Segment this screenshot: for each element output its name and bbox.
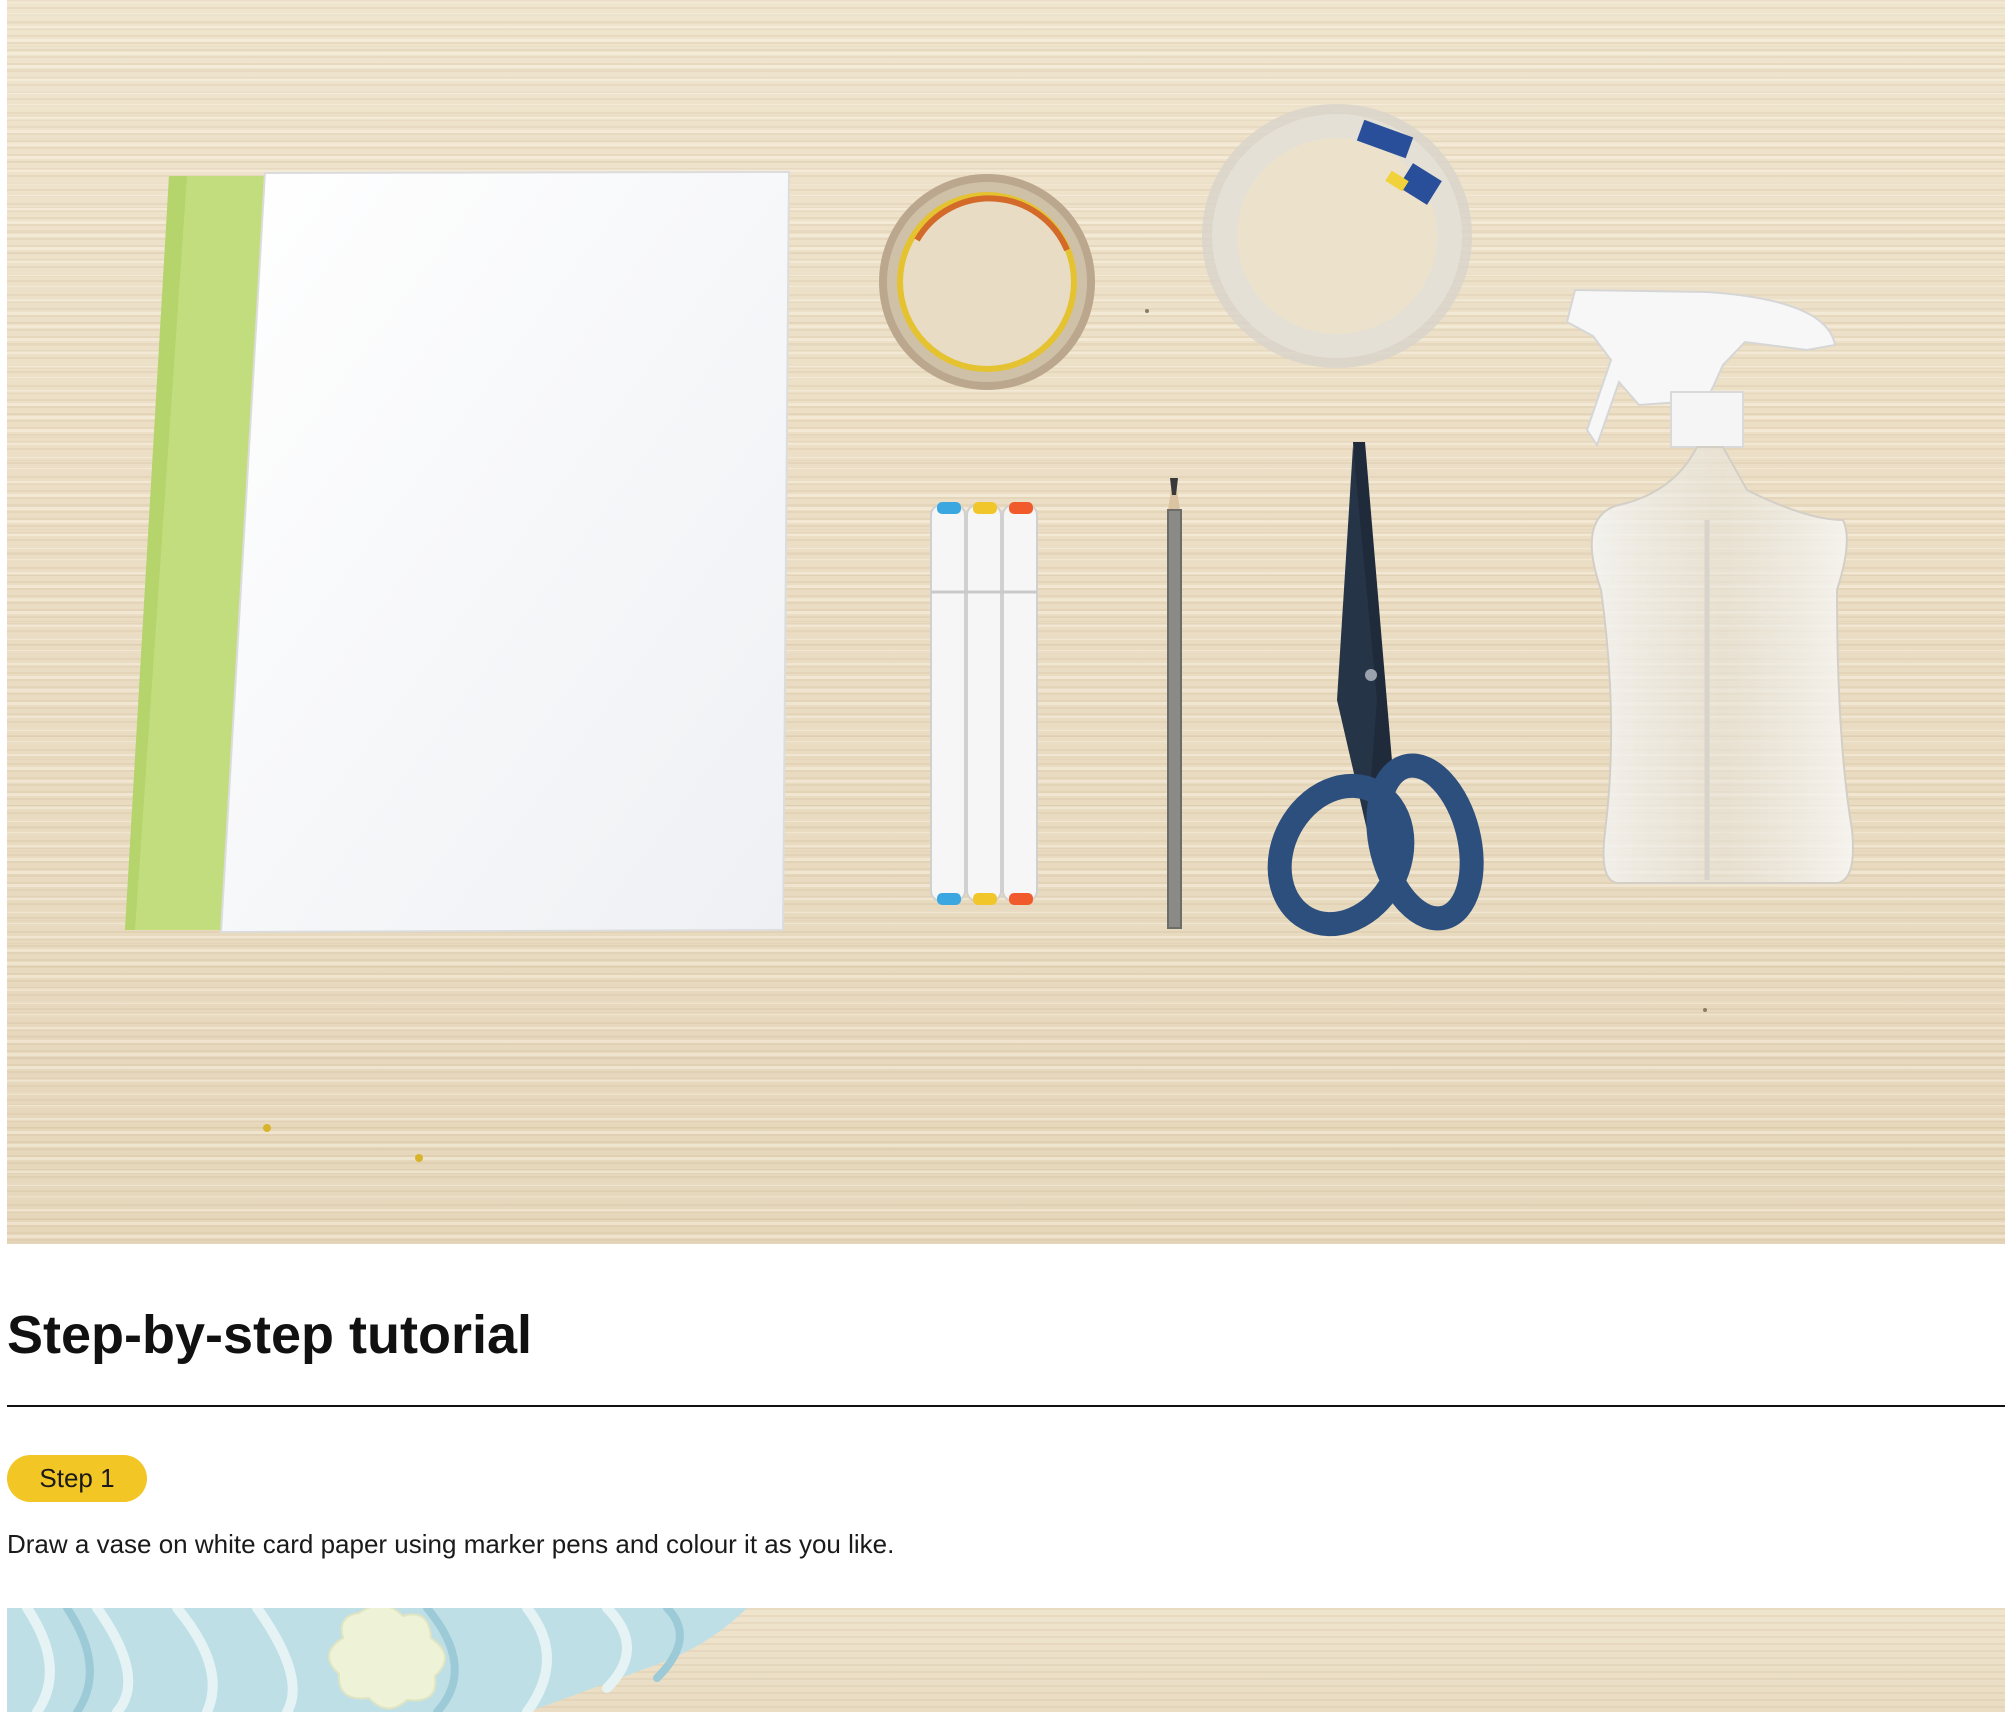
step-1-photo [7, 1608, 2005, 1712]
white-card-paper [219, 170, 791, 934]
step-badge: Step 1 [7, 1455, 147, 1502]
scissors [1267, 442, 1484, 937]
step-instruction: Draw a vase on white card paper using ma… [7, 1529, 895, 1559]
spray-bottle [1565, 288, 1854, 884]
pencil [1167, 478, 1182, 929]
page-title: Step-by-step tutorial [7, 1305, 533, 1365]
paper-flower [328, 1608, 446, 1710]
materials-photo [7, 0, 2005, 1244]
clear-tape-roll [1202, 104, 1472, 368]
masking-tape-roll [879, 174, 1095, 390]
section-divider [7, 1405, 2005, 1407]
marker-pens [930, 502, 1038, 905]
